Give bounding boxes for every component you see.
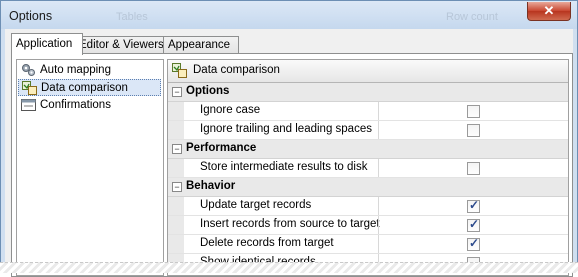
- tab-editor-viewers-label: Editor & Viewers: [79, 39, 164, 51]
- row-gutter: [168, 159, 184, 177]
- row-gutter: [168, 216, 184, 234]
- sidebar-item-label: Data comparison: [41, 82, 128, 94]
- store-results-checkbox[interactable]: [467, 162, 480, 175]
- property-label: Update target records: [200, 199, 312, 211]
- property-label: Insert records from source to target: [200, 218, 380, 230]
- column-divider: [378, 121, 379, 139]
- row-gutter: [168, 235, 184, 253]
- sidebar-item-label: Confirmations: [40, 99, 111, 111]
- background-ghost-text-left: Tables: [116, 11, 148, 23]
- tab-application-label: Application: [16, 38, 73, 50]
- title-bar[interactable]: Options Tables Row count ✕: [1, 1, 577, 29]
- window-title: Options: [9, 9, 53, 23]
- panel-header: Data comparison: [168, 60, 568, 83]
- tab-application[interactable]: Application: [11, 33, 83, 55]
- ignore-case-checkbox[interactable]: [467, 105, 480, 118]
- tab-panel-application: Auto mapping Data comparison Confirmatio…: [11, 53, 573, 277]
- row-gutter: [168, 121, 184, 139]
- row-gutter: [168, 197, 184, 215]
- category-behavior[interactable]: − Behavior: [168, 178, 568, 197]
- property-row[interactable]: Delete records from target: [168, 235, 568, 254]
- category-label: Behavior: [186, 180, 236, 192]
- category-options[interactable]: − Options: [168, 83, 568, 102]
- delete-records-checkbox[interactable]: [467, 236, 480, 251]
- column-divider: [378, 159, 379, 177]
- sidebar-item-data-comparison[interactable]: Data comparison: [18, 79, 161, 96]
- insert-records-checkbox[interactable]: [467, 217, 480, 232]
- sidebar-item-auto-mapping[interactable]: Auto mapping: [18, 62, 161, 79]
- tab-editor-viewers[interactable]: Editor & Viewers: [74, 36, 172, 54]
- background-ghost-text-right: Row count: [446, 11, 498, 23]
- category-label: Performance: [186, 142, 257, 154]
- property-row[interactable]: Update target records: [168, 197, 568, 216]
- sidebar-item-confirmations[interactable]: Confirmations: [18, 97, 161, 114]
- column-divider: [378, 102, 379, 120]
- data-comparison-icon: [172, 63, 187, 78]
- property-row[interactable]: Insert records from source to target: [168, 216, 568, 235]
- sidebar-item-label: Auto mapping: [40, 64, 111, 76]
- panel-header-title: Data comparison: [193, 64, 280, 76]
- property-panel: Data comparison − Options Ignore case Ig…: [167, 59, 569, 276]
- collapse-icon[interactable]: −: [172, 182, 182, 192]
- property-row[interactable]: Ignore case: [168, 102, 568, 121]
- options-category-list[interactable]: Auto mapping Data comparison Confirmatio…: [16, 59, 164, 276]
- column-divider: [378, 235, 379, 253]
- dialog-body: Application Editor & Viewers Appearance: [5, 29, 573, 277]
- screenshot-torn-edge: [0, 262, 578, 273]
- options-window: Options Tables Row count ✕ Application E…: [0, 0, 578, 277]
- auto-mapping-icon: [22, 64, 35, 76]
- category-label: Options: [186, 85, 230, 97]
- property-row[interactable]: Store intermediate results to disk: [168, 159, 568, 178]
- row-gutter: [168, 102, 184, 120]
- close-button[interactable]: ✕: [527, 2, 571, 21]
- property-label: Store intermediate results to disk: [200, 161, 368, 173]
- collapse-icon[interactable]: −: [172, 144, 182, 154]
- tab-appearance-label: Appearance: [168, 39, 231, 51]
- data-comparison-icon: [22, 81, 37, 95]
- property-label: Ignore trailing and leading spaces: [200, 123, 372, 135]
- update-target-checkbox[interactable]: [467, 198, 480, 213]
- ignore-spaces-checkbox[interactable]: [467, 124, 480, 137]
- column-divider: [378, 197, 379, 215]
- close-icon: ✕: [543, 3, 555, 18]
- column-divider: [378, 216, 379, 234]
- property-label: Delete records from target: [200, 237, 334, 249]
- property-row[interactable]: Ignore trailing and leading spaces: [168, 121, 568, 140]
- category-performance[interactable]: − Performance: [168, 140, 568, 159]
- tab-appearance[interactable]: Appearance: [163, 36, 239, 54]
- confirmations-icon: [21, 99, 36, 111]
- collapse-icon[interactable]: −: [172, 87, 182, 97]
- property-grid: − Options Ignore case Ignore trailing an…: [168, 83, 568, 273]
- property-label: Ignore case: [200, 104, 261, 116]
